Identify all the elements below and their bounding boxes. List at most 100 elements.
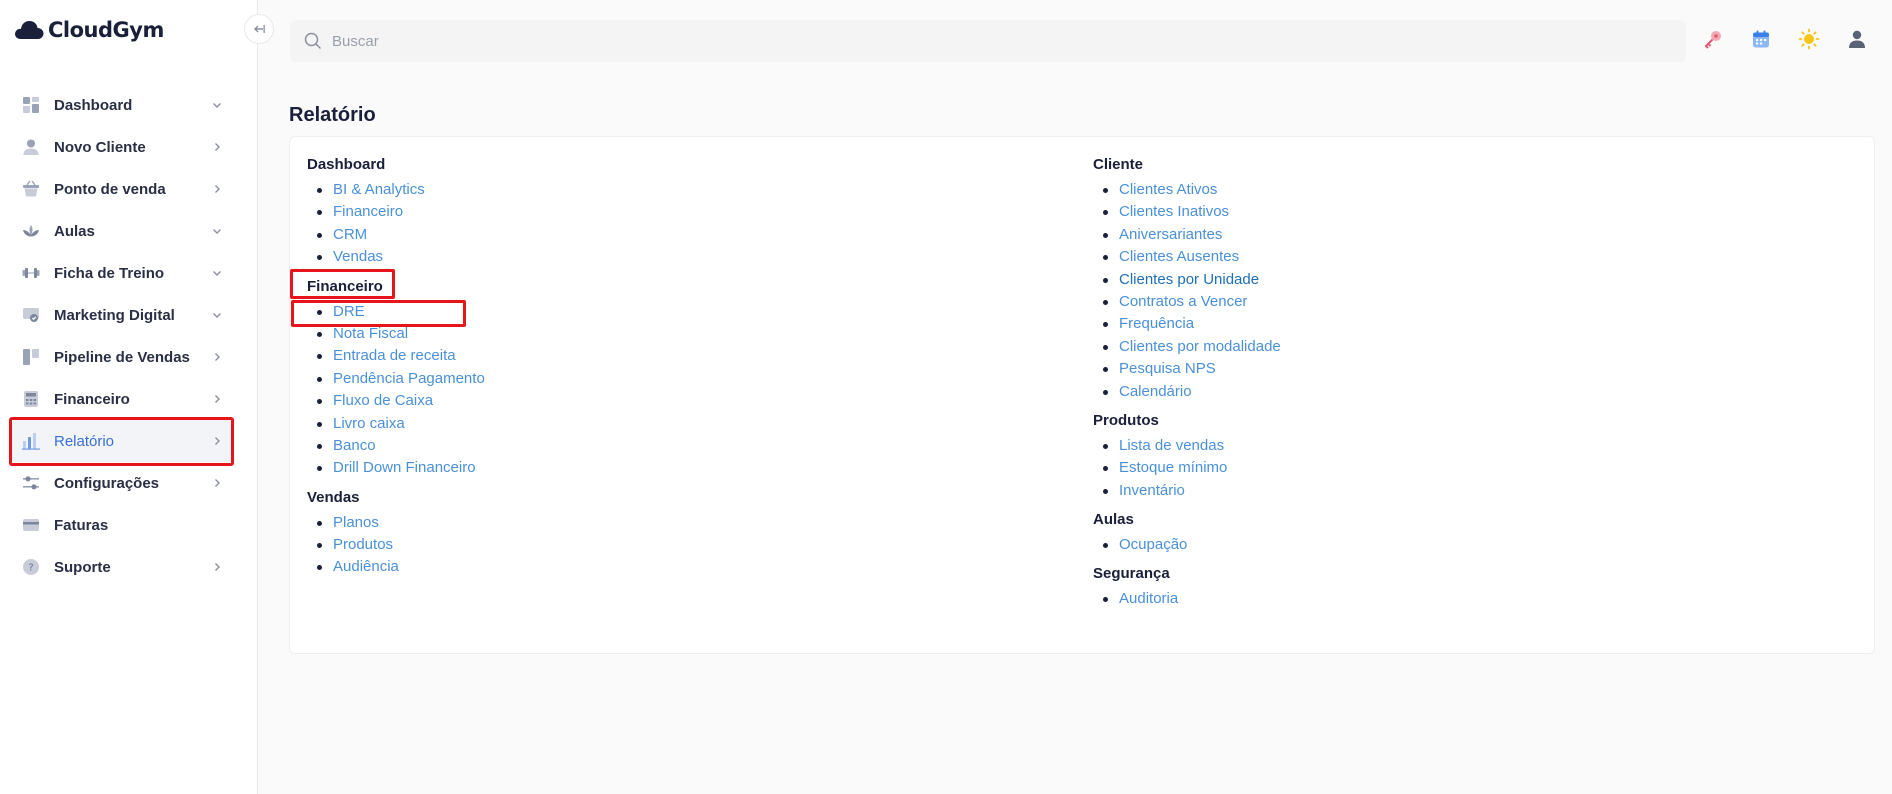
- report-link-drill-down-financeiro[interactable]: Drill Down Financeiro: [333, 459, 476, 476]
- help-icon: ?: [22, 558, 40, 576]
- list-item: BI & Analytics: [307, 179, 485, 201]
- report-link-clientes-ativos[interactable]: Clientes Ativos: [1119, 181, 1217, 198]
- report-link-fluxo-de-caixa[interactable]: Fluxo de Caixa: [333, 392, 433, 409]
- section-title: Vendas: [307, 488, 360, 506]
- section-title: Dashboard: [307, 156, 386, 173]
- sidebar-item-financeiro[interactable]: Financeiro: [10, 378, 234, 420]
- list-item: Frequência: [1093, 313, 1281, 335]
- sidebar-item-pipeline-de-vendas[interactable]: Pipeline de Vendas: [10, 336, 234, 378]
- report-link-bi-analytics[interactable]: BI & Analytics: [333, 181, 425, 198]
- sidebar-item-label: Suporte: [54, 558, 111, 576]
- report-link-lista-de-vendas[interactable]: Lista de vendas: [1119, 437, 1224, 454]
- chevron-right-icon: [210, 182, 224, 196]
- page-title: Relatório: [289, 104, 376, 126]
- search-icon: [304, 32, 322, 50]
- highlight-box-relatorio: [9, 417, 234, 466]
- list-item: Clientes Ativos: [1093, 179, 1281, 201]
- user-account-icon[interactable]: [1846, 28, 1868, 50]
- list-item: Inventário: [1093, 480, 1281, 502]
- list-item: Clientes por modalidade: [1093, 336, 1281, 358]
- sidebar-item-ponto-de-venda[interactable]: Ponto de venda: [10, 168, 234, 210]
- sidebar-item-label: Marketing Digital: [54, 306, 175, 324]
- list-item: Ocupação: [1093, 534, 1281, 556]
- report-link-livro-caixa[interactable]: Livro caixa: [333, 415, 405, 432]
- report-link-clientes-por-unidade[interactable]: Clientes por Unidade: [1119, 271, 1259, 288]
- report-link-calendario[interactable]: Calendário: [1119, 383, 1192, 400]
- sidebar-item-label: Ponto de venda: [54, 180, 166, 198]
- logo[interactable]: CloudGym: [14, 16, 164, 44]
- search-input[interactable]: [332, 32, 1132, 50]
- sidebar-item-dashboard[interactable]: Dashboard: [10, 84, 234, 126]
- report-link-vendas[interactable]: Vendas: [333, 248, 383, 265]
- chevron-right-icon: [210, 476, 224, 490]
- credit-card-icon: [22, 516, 40, 534]
- sidebar-item-faturas[interactable]: Faturas: [10, 504, 234, 546]
- report-link-pendencia-pagamento[interactable]: Pendência Pagamento: [333, 370, 485, 387]
- report-link-contratos-a-vencer[interactable]: Contratos a Vencer: [1119, 293, 1247, 310]
- sidebar-item-configuracoes[interactable]: Configurações: [10, 462, 234, 504]
- list-item: Audiência: [307, 556, 485, 578]
- collapse-sidebar-button[interactable]: [244, 14, 274, 44]
- chevron-placeholder: [210, 518, 224, 532]
- section-title: Cliente: [1093, 156, 1144, 173]
- sidebar-item-novo-cliente[interactable]: Novo Cliente: [10, 126, 234, 168]
- report-link-pesquisa-nps[interactable]: Pesquisa NPS: [1119, 360, 1216, 377]
- calendar-icon[interactable]: [1750, 28, 1772, 50]
- sidebar-item-label: Configurações: [54, 474, 160, 492]
- key-icon[interactable]: [1702, 28, 1724, 50]
- sidebar-nav: Dashboard Novo Cliente Ponto de venda Au…: [10, 84, 234, 588]
- report-card: Dashboard BI & Analytics Financeiro CRM …: [289, 136, 1875, 654]
- user-icon: [22, 138, 40, 156]
- report-link-entrada-de-receita[interactable]: Entrada de receita: [333, 347, 456, 364]
- report-link-clientes-por-modalidade[interactable]: Clientes por modalidade: [1119, 338, 1281, 355]
- megaphone-icon: [22, 306, 40, 324]
- list-item: Pendência Pagamento: [307, 368, 485, 390]
- list-item: Lista de vendas: [1093, 435, 1281, 457]
- sidebar-item-marketing-digital[interactable]: Marketing Digital: [10, 294, 234, 336]
- sun-icon[interactable]: [1798, 28, 1820, 50]
- report-section-cliente: Cliente Clientes Ativos Clientes Inativo…: [1093, 151, 1281, 403]
- report-link-banco[interactable]: Banco: [333, 437, 376, 454]
- report-link-clientes-inativos[interactable]: Clientes Inativos: [1119, 203, 1229, 220]
- report-link-list: Ocupação: [1093, 534, 1281, 556]
- search-bar[interactable]: [290, 20, 1686, 62]
- report-link-clientes-ausentes[interactable]: Clientes Ausentes: [1119, 248, 1239, 265]
- list-item: Auditoria: [1093, 588, 1281, 610]
- report-link-planos[interactable]: Planos: [333, 514, 379, 531]
- list-item: Aniversariantes: [1093, 224, 1281, 246]
- report-section-vendas: Vendas Planos Produtos Audiência: [307, 484, 485, 579]
- sidebar-item-aulas[interactable]: Aulas: [10, 210, 234, 252]
- list-item: CRM: [307, 224, 485, 246]
- basket-icon: [22, 180, 40, 198]
- lotus-icon: [22, 222, 40, 240]
- sidebar-item-label: Pipeline de Vendas: [54, 348, 190, 366]
- list-item: Clientes Inativos: [1093, 201, 1281, 223]
- sidebar-item-ficha-de-treino[interactable]: Ficha de Treino: [10, 252, 234, 294]
- report-link-financeiro[interactable]: Financeiro: [333, 203, 403, 220]
- topbar-icons: [1702, 28, 1868, 50]
- report-link-estoque-minimo[interactable]: Estoque mínimo: [1119, 459, 1227, 476]
- sidebar-item-label: Aulas: [54, 222, 95, 240]
- cloud-logo-icon: [15, 21, 44, 39]
- list-item: Estoque mínimo: [1093, 457, 1281, 479]
- sidebar-item-label: Novo Cliente: [54, 138, 146, 156]
- report-link-nota-fiscal[interactable]: Nota Fiscal: [333, 325, 408, 342]
- sidebar-item-label: Faturas: [54, 516, 109, 534]
- report-link-produtos[interactable]: Produtos: [333, 536, 393, 553]
- report-link-ocupacao[interactable]: Ocupação: [1119, 536, 1187, 553]
- list-item: Drill Down Financeiro: [307, 457, 485, 479]
- report-link-aniversariantes[interactable]: Aniversariantes: [1119, 226, 1222, 243]
- list-item: Livro caixa: [307, 413, 485, 435]
- report-link-list: DRE Nota Fiscal Entrada de receita Pendê…: [307, 301, 485, 480]
- report-link-auditoria[interactable]: Auditoria: [1119, 590, 1178, 607]
- chevron-down-icon: [210, 98, 224, 112]
- sidebar-item-suporte[interactable]: ? Suporte: [10, 546, 234, 588]
- report-link-frequencia[interactable]: Frequência: [1119, 315, 1194, 332]
- chevron-down-icon: [210, 308, 224, 322]
- report-link-audiencia[interactable]: Audiência: [333, 558, 399, 575]
- sliders-icon: [22, 474, 40, 492]
- report-link-inventario[interactable]: Inventário: [1119, 482, 1185, 499]
- report-link-crm[interactable]: CRM: [333, 226, 367, 243]
- report-link-list: Auditoria: [1093, 588, 1281, 610]
- report-section-seguranca: Segurança Auditoria: [1093, 560, 1281, 610]
